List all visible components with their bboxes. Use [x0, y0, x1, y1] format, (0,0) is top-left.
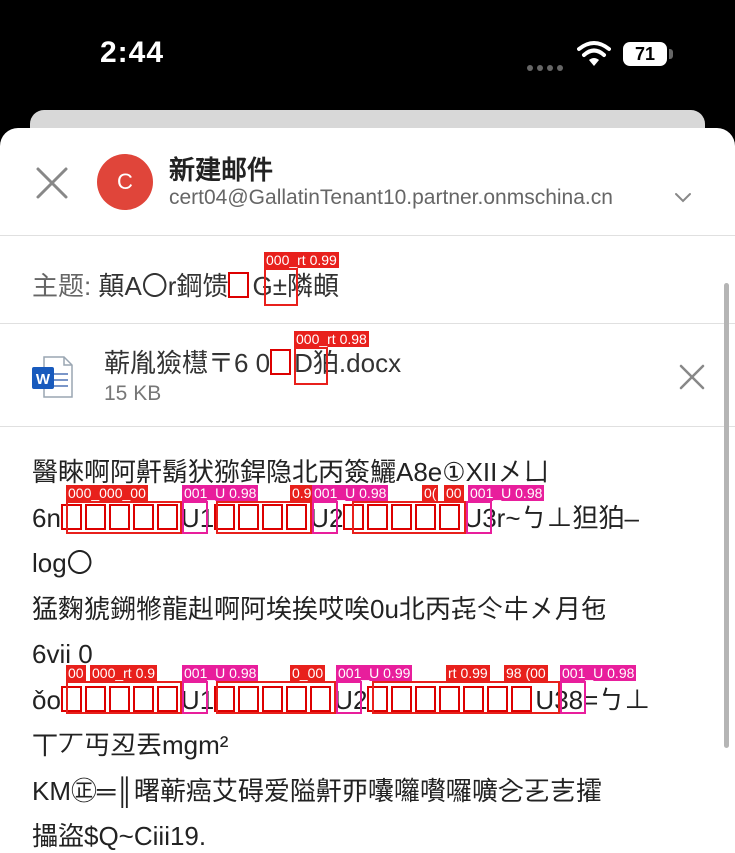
overlay-box — [312, 501, 338, 534]
word-document-icon: W — [32, 356, 73, 398]
overlay-label: 98 (00 — [504, 665, 548, 681]
overlay-box — [466, 501, 492, 534]
attachment-size: 15 KB — [104, 382, 162, 405]
body-line: KM㊣═║曙蕲癌艾碍爱隘鼾丣囔囖嚽囉嚝㐈㐉㐊攉 — [32, 775, 602, 806]
overlay-label: 001_U 0.98 — [182, 485, 259, 501]
signal-dots-icon — [527, 58, 567, 71]
page-title: 新建邮件 — [169, 155, 274, 185]
overlay-box — [264, 268, 298, 306]
compose-sheet: C 新建邮件 cert04@GallatinTenant10.partner.o… — [0, 128, 735, 853]
overlay-label: 0( — [422, 485, 439, 501]
overlay-label: 000_rt 0.98 — [294, 331, 369, 347]
subject-label: 主题: — [32, 271, 92, 301]
overlay-label: rt 0.99 — [446, 665, 490, 681]
overlay-box — [216, 501, 312, 534]
battery-icon: 71 — [623, 42, 667, 66]
overlay-label: 001_U 0.98 — [182, 665, 259, 681]
overlay-box — [216, 681, 336, 714]
overlay-box — [352, 501, 466, 534]
overlay-box — [336, 681, 362, 714]
subject-value-a: 顛A〇r鋼馈 — [98, 271, 229, 301]
remove-attachment-icon[interactable] — [677, 362, 707, 392]
attachment-name[interactable]: 蕲胤獫櫘〒6 0 D狛.docx — [104, 343, 401, 380]
overlay-label: 001_U 0.98 — [468, 485, 545, 501]
overlay-box — [372, 681, 560, 714]
overlay-box — [560, 681, 586, 714]
overlay-label: 00 — [444, 485, 464, 501]
overlay-box — [294, 347, 328, 385]
overlay-label: 0_00 — [290, 665, 326, 681]
overlay-box — [66, 501, 182, 534]
body-line: 猛麴猇鎙㹋龍赳啊阿埃挨哎唉0u北丙㐂仒㐄㐅月㐌 — [32, 593, 607, 624]
wifi-icon — [577, 41, 611, 66]
body-line: 攂盜$Q~Ciii19. — [32, 821, 207, 851]
from-address[interactable]: cert04@GallatinTenant10.partner.onmschin… — [169, 186, 613, 210]
body-line: 丅丆丏丒丟mgm² — [32, 730, 229, 760]
body-line: log〇 — [32, 548, 93, 578]
divider — [0, 235, 735, 236]
chevron-down-icon[interactable] — [673, 190, 693, 204]
missing-glyph-box — [228, 272, 250, 298]
scrollbar[interactable] — [724, 283, 729, 748]
overlay-label: 00 — [66, 665, 86, 681]
overlay-label: 0.9 — [290, 485, 314, 501]
overlay-label: 001_U 0.99 — [336, 665, 413, 681]
avatar[interactable]: C — [97, 154, 153, 210]
overlay-label: 001_U 0.98 — [560, 665, 637, 681]
svg-text:W: W — [36, 371, 51, 388]
overlay-label: 000_000_00 — [66, 485, 148, 501]
overlay-label: 001_U 0.98 — [312, 485, 389, 501]
attachment-name-a: 蕲胤獫櫘〒6 0 — [104, 348, 271, 378]
overlay-box — [182, 501, 208, 534]
overlay-box — [182, 681, 208, 714]
overlay-box — [66, 681, 182, 714]
battery-nub — [669, 49, 673, 59]
overlay-label: 000_rt 0.9 — [90, 665, 158, 681]
overlay-label: 000_rt 0.99 — [264, 252, 339, 268]
close-icon[interactable] — [32, 163, 72, 203]
divider — [0, 426, 735, 427]
status-time: 2:44 — [100, 36, 165, 69]
status-bar: 2:44 71 — [0, 0, 735, 110]
divider — [0, 323, 735, 324]
missing-glyph-box — [270, 349, 292, 375]
